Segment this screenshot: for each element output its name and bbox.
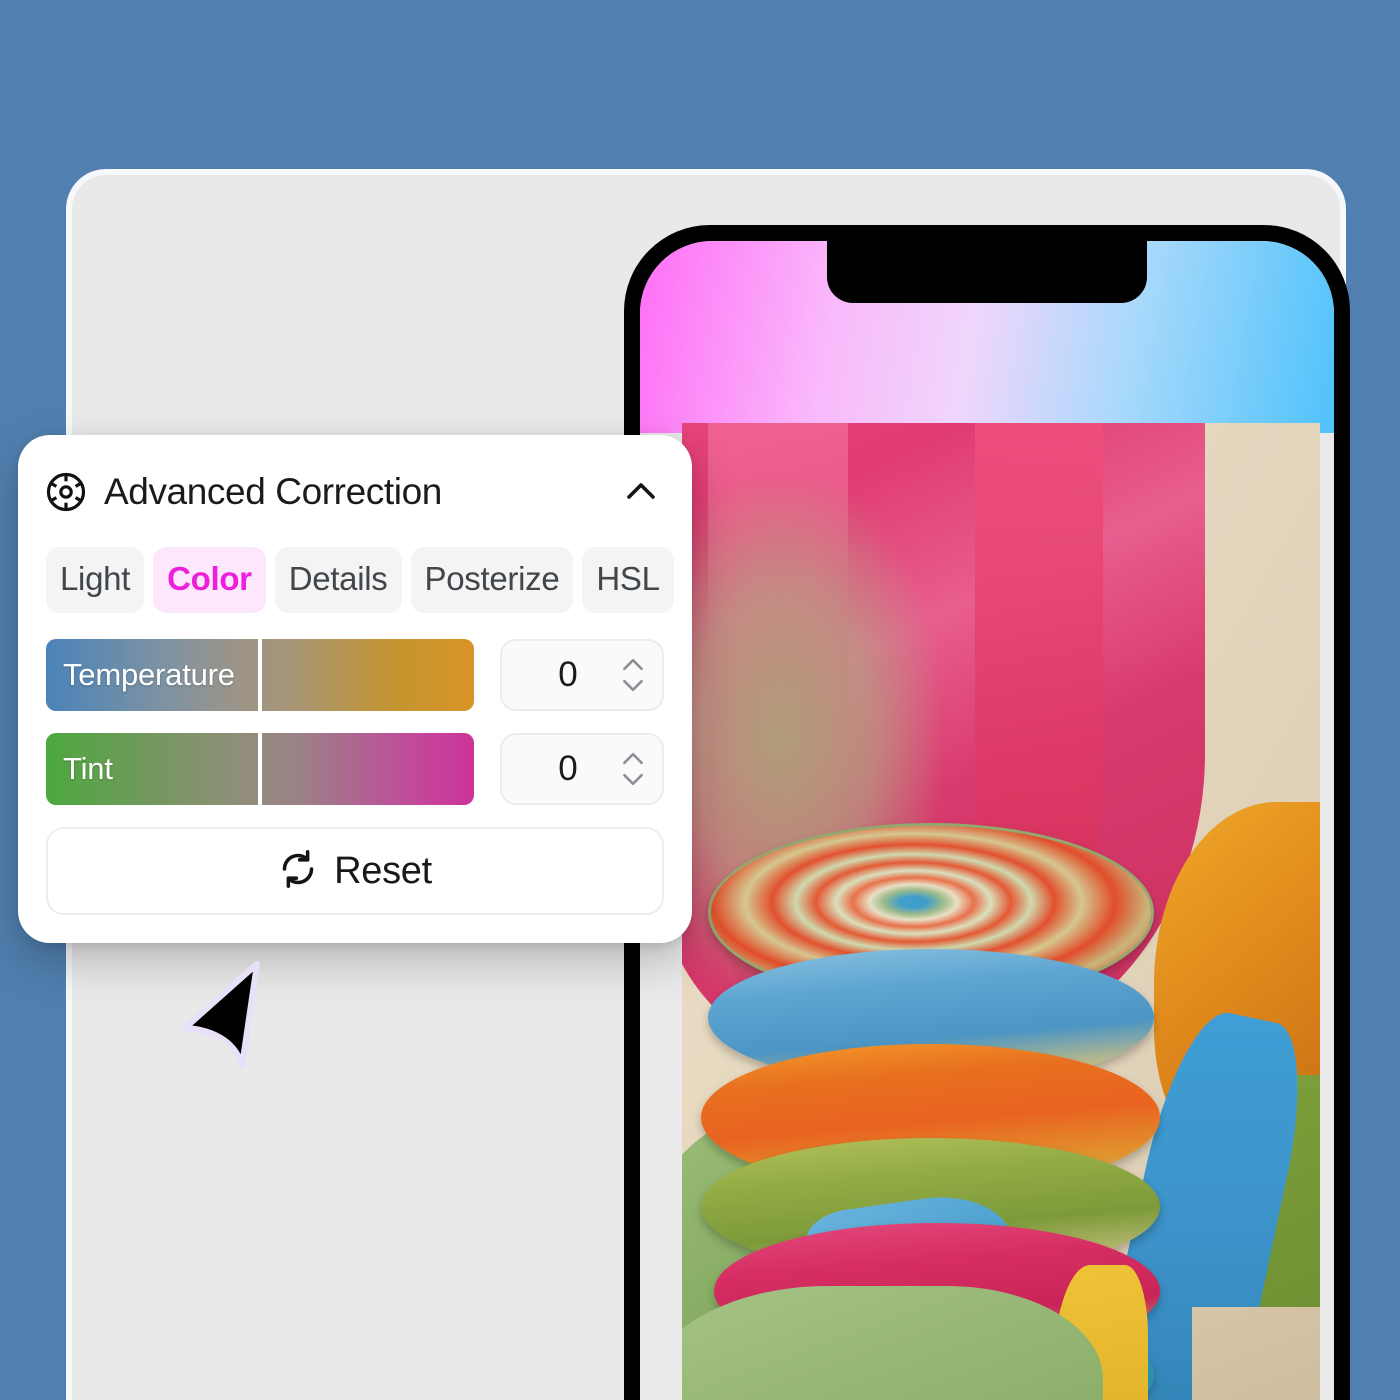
photo-floor: [1192, 1306, 1320, 1400]
tint-slider[interactable]: Tint: [46, 733, 474, 805]
phone-mockup: [624, 225, 1350, 1400]
tab-details[interactable]: Details: [274, 547, 402, 613]
reset-button[interactable]: Reset: [46, 827, 664, 915]
tint-thumb[interactable]: [258, 733, 262, 805]
advanced-correction-panel: Advanced Correction Light Color Details …: [18, 435, 692, 943]
photo-preview[interactable]: [682, 423, 1320, 1400]
phone-screen: [640, 241, 1334, 1400]
phone-notch: [827, 241, 1147, 303]
temperature-slider[interactable]: Temperature: [46, 639, 474, 711]
color-wheel-icon: [46, 472, 86, 512]
temperature-row: Temperature 0: [46, 639, 664, 711]
tab-hsl[interactable]: HSL: [582, 547, 674, 613]
tint-row: Tint 0: [46, 733, 664, 805]
tint-label: Tint: [63, 751, 113, 786]
up-down-chevron-icon[interactable]: [620, 657, 646, 693]
reset-label: Reset: [334, 849, 432, 892]
tab-posterize[interactable]: Posterize: [410, 547, 574, 613]
mouse-pointer-icon: [178, 960, 274, 1070]
up-down-chevron-icon[interactable]: [620, 751, 646, 787]
refresh-icon: [278, 849, 318, 894]
panel-header: Advanced Correction: [46, 465, 664, 519]
chevron-up-icon[interactable]: [618, 469, 664, 515]
correction-tabs: Light Color Details Posterize HSL: [46, 547, 674, 613]
temperature-thumb[interactable]: [258, 639, 262, 711]
panel-title: Advanced Correction: [104, 471, 442, 512]
tint-value[interactable]: 0: [502, 749, 620, 789]
tab-light[interactable]: Light: [46, 547, 145, 613]
tint-stepper[interactable]: 0: [500, 733, 664, 805]
temperature-stepper[interactable]: 0: [500, 639, 664, 711]
tab-color[interactable]: Color: [153, 547, 266, 613]
temperature-value[interactable]: 0: [502, 655, 620, 695]
temperature-label: Temperature: [63, 657, 235, 692]
